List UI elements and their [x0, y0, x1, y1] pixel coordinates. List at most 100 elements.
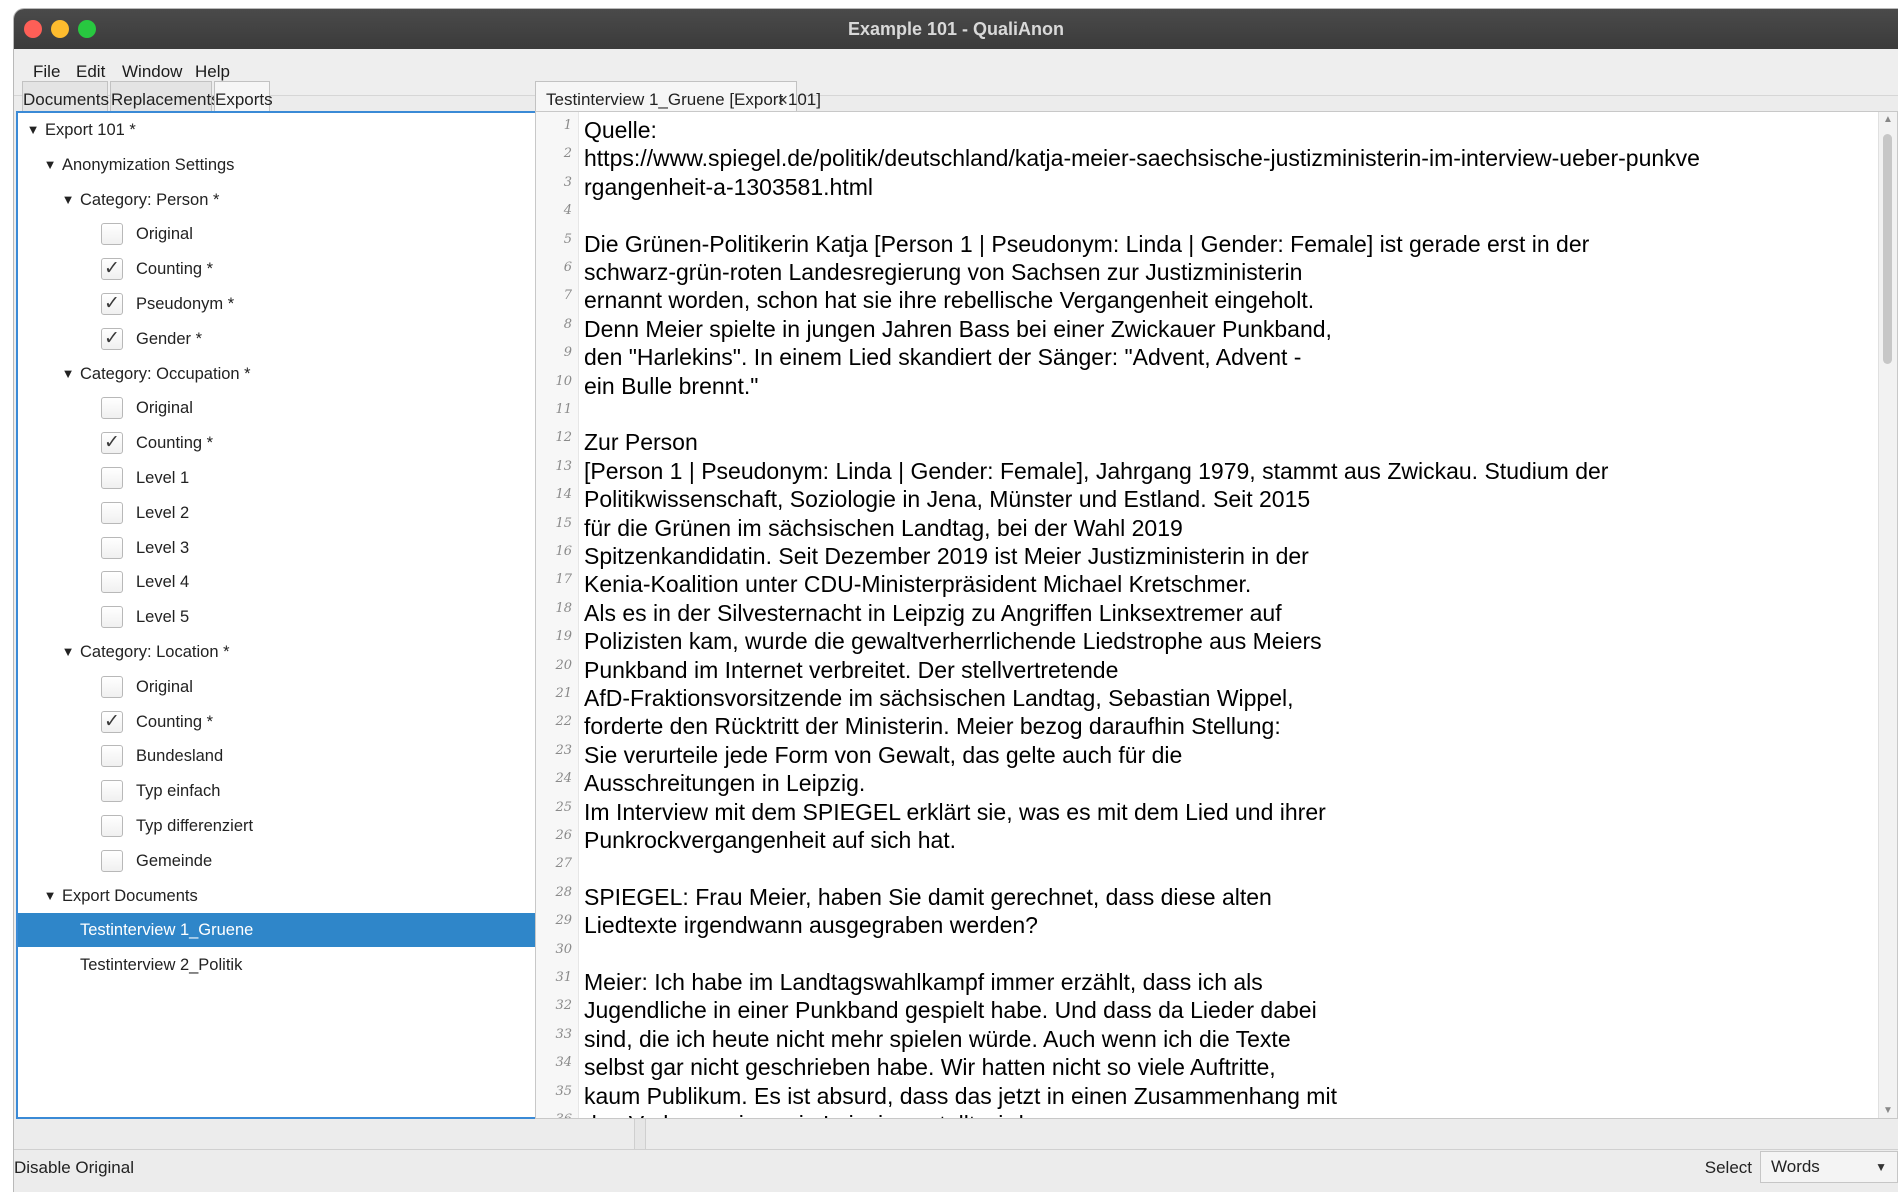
status-text: Disable Original	[14, 1158, 134, 1177]
line-text: Spitzenkandidatin. Seit Dezember 2019 is…	[584, 543, 1309, 569]
editor-line: 6 schwarz-grün-roten Landesregierung von …	[536, 258, 1897, 287]
checkbox[interactable]	[101, 571, 123, 594]
checkbox[interactable]: ✓	[101, 327, 123, 350]
checkbox[interactable]	[101, 467, 123, 489]
line-number: 34	[555, 1055, 572, 1071]
tree-item-label: Testinterview 1_Gruene	[80, 921, 254, 940]
scroll-down-icon[interactable]: ▼	[1879, 1105, 1897, 1116]
line-number: 4	[563, 203, 572, 219]
editor-line: 12 Zur Person	[536, 428, 1897, 457]
checkbox[interactable]: ✓	[101, 293, 123, 315]
checkbox[interactable]	[101, 536, 123, 559]
tree-item-label: Original	[136, 399, 193, 418]
editor-line: 28 SPIEGEL: Frau Meier, haben Sie damit g…	[536, 883, 1897, 912]
checkbox[interactable]	[101, 501, 123, 524]
line-text: Als es in der Silvesternacht in Leipzig …	[584, 599, 1282, 626]
line-number: 35	[555, 1083, 572, 1099]
line-number: 36	[536, 1112, 572, 1118]
editor-line: 25 Im Interview mit dem SPIEGEL erklärt s…	[536, 798, 1897, 827]
checkbox[interactable]	[101, 675, 123, 698]
line-text: Liedtexte irgendwann ausgegraben werden?	[584, 912, 1038, 939]
line-number: 19	[555, 629, 572, 645]
line-number: 24	[555, 771, 572, 787]
expand-arrow-icon[interactable]: ▼	[61, 183, 75, 217]
editor-line: 34 selbst gar nicht geschrieben habe. Wir…	[536, 1053, 1897, 1082]
checkbox[interactable]: ✓	[101, 258, 123, 281]
line-number: 17	[555, 572, 572, 588]
line-number: 27	[555, 856, 572, 872]
tree-item-label: Category: Person *	[80, 190, 220, 209]
editor-line: 14 Politikwissenschaft, Soziologie in Jen…	[536, 485, 1897, 514]
line-number: 25	[555, 799, 572, 815]
line-number: 2	[563, 146, 572, 162]
editor-line: 26 Punkrockvergangenheit auf sich hat.	[536, 826, 1897, 855]
tree-item-label: Typ einfach	[136, 782, 221, 801]
line-text: Die Grünen-Politikerin Katja [Person 1 |…	[584, 230, 1590, 257]
checkbox[interactable]	[101, 780, 123, 803]
line-text: Politikwissenschaft, Soziologie in Jena,…	[584, 486, 1311, 513]
scroll-up-icon[interactable]: ▲	[1879, 114, 1897, 125]
editor-line: 36 den Vorkommnissen in Leipzig gestellt …	[536, 1110, 1897, 1118]
tree-item-label: Counting *	[136, 434, 214, 453]
tree-item-label: Category: Occupation *	[80, 364, 251, 383]
tree-item-label: Anonymization Settings	[62, 155, 235, 174]
chevron-down-icon: ▼	[1875, 1160, 1887, 1174]
expand-arrow-icon[interactable]: ▼	[61, 635, 75, 669]
expand-arrow-icon[interactable]: ▼	[43, 148, 57, 182]
editor-line: 2 https://www.spiegel.de/politik/deutschl…	[536, 144, 1897, 173]
tree-item-label: Testinterview 2_Politik	[80, 956, 243, 975]
line-number: 22	[555, 714, 572, 730]
line-text: Quelle:	[584, 117, 657, 143]
expand-arrow-icon[interactable]: ▼	[61, 357, 75, 391]
line-number: 12	[555, 430, 572, 446]
tree-item-label: Level 2	[136, 503, 190, 522]
editor-line: 1 Quelle:	[536, 116, 1897, 145]
line-text: Polizisten kam, wurde die gewaltverherrl…	[584, 628, 1322, 655]
checkbox[interactable]: ✓	[101, 432, 123, 455]
tree-item-label: Bundesland	[136, 747, 224, 766]
vertical-scrollbar[interactable]: ▲ ▼	[1878, 112, 1897, 1118]
app-window: Example 101 - QualiAnon File Edit Window…	[14, 9, 1898, 1192]
checkbox[interactable]	[101, 745, 123, 768]
tree-item-label: Counting *	[136, 712, 214, 731]
editor-line: 24 Ausschreitungen in Leipzig.	[536, 769, 1897, 798]
line-text: den "Harlekins". In einem Lied skandiert…	[584, 344, 1302, 371]
editor-line: 18 Als es in der Silvesternacht in Leipzi…	[536, 599, 1897, 628]
editor-line: 22 forderte den Rücktritt der Ministerin.…	[536, 712, 1897, 741]
editor-line: 4	[536, 201, 1897, 230]
select-mode-value: Words	[1771, 1157, 1820, 1176]
line-text: ein Bulle brennt."	[584, 372, 759, 399]
window-title: Example 101 - QualiAnon	[847, 19, 1065, 39]
scrollbar-thumb[interactable]	[1883, 134, 1892, 364]
menu-bar: File Edit Window Help	[14, 49, 1898, 96]
tree-item-label: Level 1	[136, 469, 190, 487]
line-number: 1	[563, 118, 572, 133]
checkbox[interactable]	[101, 606, 123, 629]
editor-line: 16 Spitzenkandidatin. Seit Dezember 2019 …	[536, 542, 1897, 571]
line-number: 18	[555, 600, 572, 616]
checkbox[interactable]: ✓	[101, 710, 123, 733]
document-editor[interactable]: 1 Quelle: 2 https://www.spiegel.de/politik/…	[535, 111, 1898, 1119]
editor-line: 21 AfD-Fraktionsvorsitzende im sächsische…	[536, 684, 1897, 713]
editor-line: 11	[536, 400, 1897, 429]
line-number: 8	[563, 316, 572, 332]
line-text: Zur Person	[584, 429, 698, 456]
line-text: rgangenheit-a-1303581.html	[584, 173, 873, 200]
line-text: Kenia-Koalition unter CDU-Ministerpräsid…	[584, 571, 1252, 598]
line-text: AfD-Fraktionsvorsitzende im sächsischen …	[584, 685, 1294, 711]
checkbox[interactable]	[101, 223, 123, 246]
tree-item-label: Original	[136, 677, 193, 696]
line-text: kaum Publikum. Es ist absurd, dass das j…	[584, 1082, 1337, 1109]
checkbox[interactable]	[101, 849, 123, 872]
expand-arrow-icon[interactable]: ▼	[26, 113, 40, 147]
editor-line: 5 Die Grünen-Politikerin Katja [Person 1 …	[536, 230, 1897, 259]
line-number: 15	[555, 515, 572, 531]
line-number: 10	[555, 373, 572, 389]
select-mode-dropdown[interactable]: Words ▼	[1760, 1151, 1898, 1183]
tree-item-label: Level 3	[136, 538, 190, 557]
checkbox[interactable]	[101, 397, 123, 420]
checkbox[interactable]	[101, 815, 123, 837]
line-text: forderte den Rücktritt der Ministerin. M…	[584, 713, 1281, 740]
expand-arrow-icon[interactable]: ▼	[43, 879, 57, 913]
tree-item-label: Original	[136, 225, 193, 244]
